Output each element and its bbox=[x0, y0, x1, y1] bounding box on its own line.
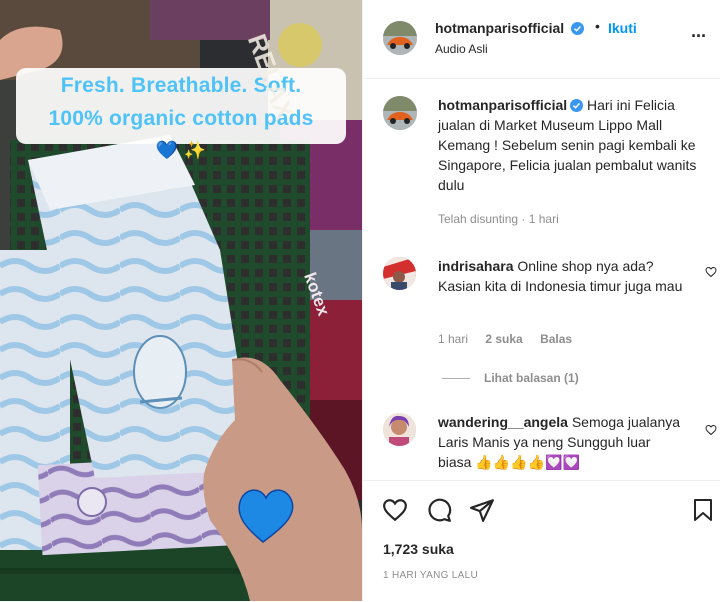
comment-reply-button[interactable]: Balas bbox=[540, 332, 572, 346]
replies-line bbox=[442, 378, 470, 380]
caption-avatar[interactable] bbox=[383, 96, 417, 130]
like-comment-heart-icon[interactable] bbox=[705, 424, 717, 436]
comment-text: indrisahara Online shop nya ada? Kasian … bbox=[438, 256, 683, 296]
likes-count[interactable]: 1,723 suka bbox=[383, 541, 454, 557]
comment-username[interactable]: wandering__angela bbox=[438, 414, 568, 430]
post-media[interactable]: Fresh. Breathable. Soft. 100% organic co… bbox=[0, 0, 362, 601]
like-comment-heart-icon[interactable] bbox=[705, 266, 717, 278]
like-heart-icon[interactable] bbox=[382, 497, 408, 523]
share-send-icon[interactable] bbox=[469, 497, 495, 523]
post-panel: hotmanparisofficial • Ikuti Audio Asli ·… bbox=[362, 0, 720, 601]
author-avatar[interactable] bbox=[383, 21, 417, 55]
action-bar: 1,723 suka 1 HARI YANG LALU bbox=[363, 480, 720, 602]
comment-avatar[interactable] bbox=[383, 257, 416, 290]
comment-avatar[interactable] bbox=[383, 413, 416, 446]
audio-label[interactable]: Audio Asli bbox=[435, 42, 488, 56]
comment-likes[interactable]: 2 suka bbox=[485, 332, 522, 346]
car-avatar-icon bbox=[383, 96, 417, 130]
comment-meta: 1 hari 2 suka Balas bbox=[438, 332, 572, 346]
author-username[interactable]: hotmanparisofficial bbox=[435, 20, 585, 36]
save-bookmark-icon[interactable] bbox=[691, 497, 715, 523]
post-date: 1 HARI YANG LALU bbox=[383, 570, 479, 581]
more-options-icon[interactable]: ··· bbox=[691, 26, 707, 47]
comment-bubble-icon[interactable] bbox=[426, 497, 452, 523]
caption-text: hotmanparisofficial Hari ini Felicia jua… bbox=[438, 95, 708, 195]
comment-time[interactable]: 1 hari bbox=[438, 332, 468, 346]
overlay-line-1: Fresh. Breathable. Soft. bbox=[60, 74, 302, 97]
follow-button[interactable]: Ikuti bbox=[608, 20, 637, 36]
verified-icon bbox=[570, 99, 584, 112]
user-avatar-icon bbox=[383, 257, 416, 290]
comment-username[interactable]: indrisahara bbox=[438, 258, 513, 274]
car-avatar-icon bbox=[383, 21, 417, 55]
header-dot: • bbox=[595, 18, 600, 34]
overlay-emoji: 💙 ✨ bbox=[155, 140, 207, 160]
verified-icon bbox=[571, 22, 585, 35]
post-header: hotmanparisofficial • Ikuti Audio Asli ·… bbox=[363, 0, 720, 79]
caption-username[interactable]: hotmanparisofficial bbox=[438, 97, 567, 113]
view-replies[interactable]: Lihat balasan (1) bbox=[442, 371, 579, 385]
caption-edited: Telah disunting · 1 hari bbox=[438, 212, 559, 226]
comment-text: wandering__angela Semoga jualanya Laris … bbox=[438, 412, 683, 474]
user-avatar-icon bbox=[383, 413, 416, 446]
